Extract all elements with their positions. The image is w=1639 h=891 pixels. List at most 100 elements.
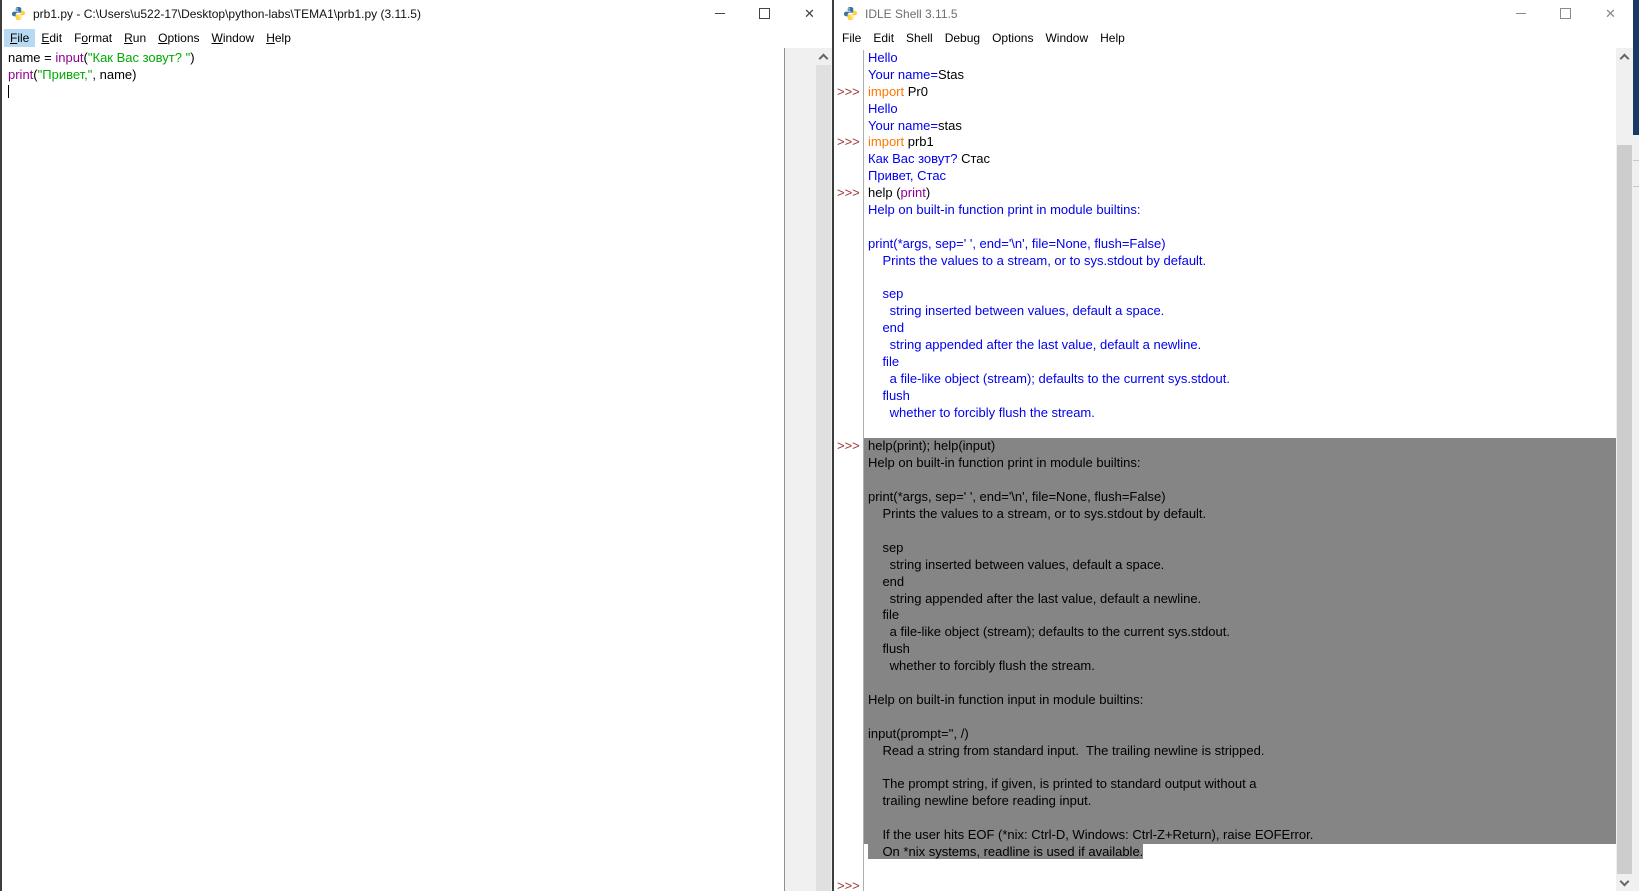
desktop: prb1.py - C:\Users\u522-17\Desktop\pytho… <box>0 0 1639 891</box>
shell-line-text: whether to forcibly flush the stream. <box>864 405 1616 422</box>
menu-file[interactable]: File <box>836 29 867 47</box>
shell-line-text: end <box>864 320 1616 337</box>
shell-line: end <box>834 574 1616 591</box>
shell-line-text: Help on built-in function print in modul… <box>864 455 1616 472</box>
menu-debug[interactable]: Debug <box>939 29 986 47</box>
shell-line-text: import Pr0 <box>864 84 1616 101</box>
shell-prompt <box>834 286 864 303</box>
shell-line: Read a string from standard input. The t… <box>834 743 1616 760</box>
menu-file[interactable]: File <box>4 29 35 47</box>
shell-prompt <box>834 591 864 608</box>
editor-scrollbar-thumb[interactable] <box>816 65 831 891</box>
shell-prompt <box>834 118 864 135</box>
shell-line: Help on built-in function print in modul… <box>834 202 1616 219</box>
shell-scrollbar-thumb[interactable] <box>1617 145 1632 874</box>
shell-line-text <box>864 709 1616 726</box>
editor-text-area[interactable]: name = input("Как Вас зовут? ")print("Пр… <box>2 48 785 891</box>
shell-maximize-button[interactable] <box>1543 0 1588 27</box>
editor-window: prb1.py - C:\Users\u522-17\Desktop\pytho… <box>0 0 832 891</box>
shell-line-text: The prompt string, if given, is printed … <box>864 776 1616 793</box>
shell-line-text: end <box>864 574 1616 591</box>
shell-line: On *nix systems, readline is used if ava… <box>834 844 1616 861</box>
shell-line: print(*args, sep=' ', end='\n', file=Non… <box>834 489 1616 506</box>
menu-options[interactable]: Options <box>986 29 1039 47</box>
shell-line: sep <box>834 286 1616 303</box>
shell-line-text: Prints the values to a stream, or to sys… <box>864 253 1616 270</box>
editor-menubar: FileEditFormatRunOptionsWindowHelp <box>2 27 832 49</box>
menu-edit[interactable]: Edit <box>35 29 68 47</box>
editor-maximize-button[interactable] <box>742 0 787 27</box>
menu-window[interactable]: Window <box>1039 29 1094 47</box>
shell-line-text: help (print) <box>864 185 1616 202</box>
shell-line: end <box>834 320 1616 337</box>
shell-prompt <box>834 455 864 472</box>
scroll-up-button[interactable] <box>815 48 832 65</box>
shell-line: string appended after the last value, de… <box>834 591 1616 608</box>
editor-scrollbar[interactable] <box>815 48 832 891</box>
shell-line-text: trailing newline before reading input. <box>864 793 1616 810</box>
shell-line: Your name=stas <box>834 118 1616 135</box>
menu-options[interactable]: Options <box>152 29 205 47</box>
shell-prompt <box>834 472 864 489</box>
minimize-icon <box>1516 13 1526 14</box>
editor-frame-gap <box>785 48 815 891</box>
shell-prompt <box>834 574 864 591</box>
shell-prompt <box>834 540 864 557</box>
shell-line-text <box>864 472 1616 489</box>
editor-close-button[interactable]: ✕ <box>787 0 832 27</box>
shell-scrollbar[interactable] <box>1616 48 1633 891</box>
shell-line-text: sep <box>864 540 1616 557</box>
shell-line: print(*args, sep=' ', end='\n', file=Non… <box>834 236 1616 253</box>
shell-line-text <box>864 675 1616 692</box>
editor-minimize-button[interactable] <box>697 0 742 27</box>
scroll-up-button[interactable] <box>1616 48 1633 65</box>
menu-shell[interactable]: Shell <box>900 29 939 47</box>
shell-close-button[interactable]: ✕ <box>1588 0 1633 27</box>
menu-window[interactable]: Window <box>206 29 261 47</box>
shell-prompt <box>834 253 864 270</box>
shell-line: >>>help(print); help(input) <box>834 438 1616 455</box>
shell-line <box>834 861 1616 878</box>
menu-edit[interactable]: Edit <box>867 29 900 47</box>
shell-prompt <box>834 388 864 405</box>
scroll-down-button[interactable] <box>1616 874 1633 891</box>
shell-prompt <box>834 743 864 760</box>
shell-line-text: string inserted between values, default … <box>864 557 1616 574</box>
shell-prompt <box>834 219 864 236</box>
shell-line <box>834 270 1616 287</box>
shell-prompt <box>834 303 864 320</box>
shell-line: input(prompt='', /) <box>834 726 1616 743</box>
menu-format[interactable]: Format <box>68 29 118 47</box>
shell-line-text: Hello <box>864 101 1616 118</box>
shell-prompt <box>834 692 864 709</box>
shell-line-text <box>864 523 1616 540</box>
editor-code-line: print("Привет,", name) <box>8 67 784 84</box>
shell-prompt <box>834 624 864 641</box>
menu-help[interactable]: Help <box>260 29 297 47</box>
shell-line-text: If the user hits EOF (*nix: Ctrl-D, Wind… <box>864 827 1616 844</box>
menu-help[interactable]: Help <box>1094 29 1131 47</box>
shell-line: file <box>834 607 1616 624</box>
shell-line-text: flush <box>864 388 1616 405</box>
shell-titlebar[interactable]: IDLE Shell 3.11.5 ✕ <box>834 0 1633 27</box>
shell-line-text: whether to forcibly flush the stream. <box>864 658 1616 675</box>
chevron-down-icon <box>1620 877 1630 887</box>
shell-text-area[interactable]: HelloYour name=Stas>>>import Pr0HelloYou… <box>834 48 1616 891</box>
shell-line: file <box>834 354 1616 371</box>
shell-line: Your name=Stas <box>834 67 1616 84</box>
shell-line-text: print(*args, sep=' ', end='\n', file=Non… <box>864 236 1616 253</box>
shell-line-text: Your name=stas <box>864 118 1616 135</box>
shell-line: Help on built-in function input in modul… <box>834 692 1616 709</box>
shell-prompt <box>834 523 864 540</box>
menu-run[interactable]: Run <box>118 29 152 47</box>
shell-line <box>834 422 1616 439</box>
shell-line-text: Help on built-in function input in modul… <box>864 692 1616 709</box>
shell-line: whether to forcibly flush the stream. <box>834 405 1616 422</box>
shell-line: flush <box>834 388 1616 405</box>
shell-line-text: file <box>864 607 1616 624</box>
shell-line <box>834 219 1616 236</box>
shell-minimize-button[interactable] <box>1498 0 1543 27</box>
shell-prompt <box>834 422 864 439</box>
editor-titlebar[interactable]: prb1.py - C:\Users\u522-17\Desktop\pytho… <box>2 0 832 27</box>
shell-line-text: print(*args, sep=' ', end='\n', file=Non… <box>864 489 1616 506</box>
